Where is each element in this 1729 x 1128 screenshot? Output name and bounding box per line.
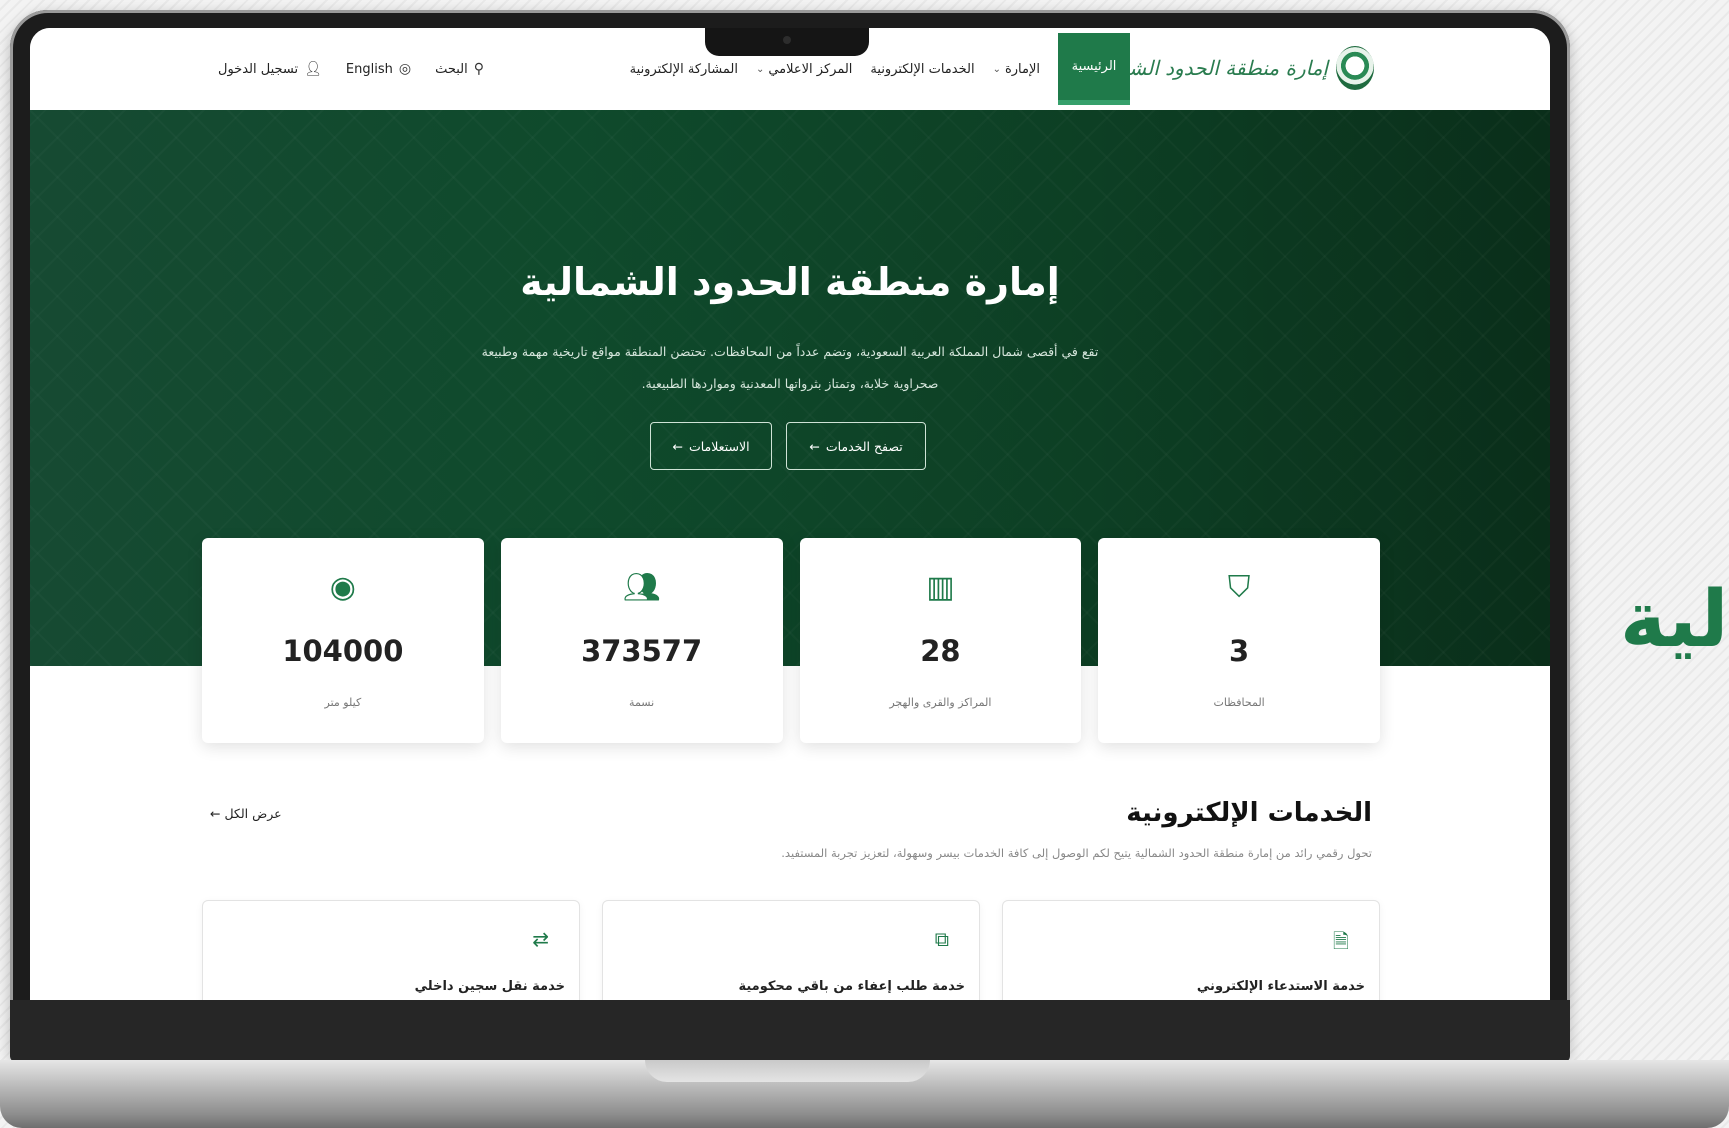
services-cards: 🗎︎ خدمة الاستدعاء الإلكتروني ⧉ خدمة طلب … [202, 900, 1380, 1000]
language-toggle[interactable]: ◎ English [346, 61, 411, 77]
search-button[interactable]: ⚲ البحث [435, 61, 484, 77]
nav-item-emirate[interactable]: الإمارة ⌄ [993, 62, 1040, 77]
chevron-down-icon: ⌄ [992, 63, 1001, 75]
globe-icon: ◎ [398, 61, 412, 77]
service-card-title: خدمة نقل سجين داخلي [414, 979, 565, 994]
arrow-left-icon: ← [809, 438, 820, 454]
section-subtitle: تحول رقمي رائد من إمارة منطقة الحدود الش… [781, 846, 1372, 860]
nav-item-home[interactable]: الرئيسية [1058, 33, 1130, 105]
arrow-left-icon: ← [672, 438, 683, 454]
browse-services-button[interactable]: تصفح الخدمات ← [786, 422, 926, 470]
page-title: إمارة منطقة الحدود الشمالية [520, 260, 1060, 304]
search-icon: ⚲ [473, 61, 484, 77]
buildings-icon: ▥ [926, 570, 955, 605]
location-target-icon: ◉ [329, 570, 356, 605]
hero-actions: تصفح الخدمات ← الاستعلامات ← [650, 422, 926, 470]
external-link-icon: ⧉ [934, 927, 949, 951]
stat-value: 373577 [581, 634, 703, 668]
document-icon: 🗎︎ [1332, 929, 1349, 953]
hero-description-line: صحراوية خلابة، وتمتاز بثرواتها المعدنية … [641, 376, 939, 391]
service-card-title: خدمة طلب إعفاء من باقي محكومية [738, 979, 965, 994]
stat-value: 28 [920, 634, 961, 668]
stat-card-population: 👥︎ 373577 نسمة [500, 538, 783, 743]
stat-card-governorates: ⛉ 3 المحافظات [1098, 538, 1380, 743]
transfer-icon: ⇄ [532, 927, 549, 951]
inquiries-label: الاستعلامات [688, 438, 750, 454]
stat-value: 3 [1229, 634, 1250, 668]
stats-row: ⛉ 3 المحافظات ▥ 28 المراكز والقرى والهجر… [202, 538, 1380, 743]
service-card[interactable]: ⇄ خدمة نقل سجين داخلي [202, 900, 580, 1000]
nav-item-label: المشاركة الإلكترونية [629, 61, 738, 77]
stat-label: كيلو متر [324, 696, 362, 709]
header-tools: ⚲ البحث ◎ English 👤︎ تسجيل الدخول [218, 28, 484, 110]
arrow-left-icon: ← [210, 806, 221, 821]
login-button[interactable]: 👤︎ تسجيل الدخول [218, 61, 322, 77]
section-title: الخدمات الإلكترونية [1126, 798, 1372, 828]
nav-item-label: الإمارة [1004, 61, 1040, 77]
hero-description: تقع في أقصى شمال المملكة العربية السعودي… [430, 336, 1150, 400]
laptop-screen: إمارة منطقة الحدود الشمالية الرئيسية الإ… [30, 28, 1550, 1000]
language-label: English [345, 61, 393, 77]
stat-label: نسمة [629, 696, 655, 709]
nav-item-eparticipation[interactable]: المشاركة الإلكترونية [630, 62, 738, 77]
stat-label: المحافظات [1213, 696, 1265, 709]
laptop-bezel [10, 1000, 1570, 1062]
service-card-title: خدمة الاستدعاء الإلكتروني [1196, 979, 1365, 994]
view-all-label: عرض الكل [224, 806, 282, 821]
camera-notch [705, 28, 869, 56]
chevron-down-icon: ⌄ [755, 63, 765, 75]
browse-services-label: تصفح الخدمات [825, 438, 903, 454]
people-icon: 👥︎ [622, 570, 661, 605]
stat-value: 104000 [282, 634, 404, 668]
view-all-link[interactable]: عرض الكل ← [210, 806, 282, 821]
background-title-fragment: لية [1620, 575, 1729, 665]
nav-item-label: المركز الاعلامي [768, 61, 853, 77]
laptop-base-notch [645, 1060, 930, 1082]
login-label: تسجيل الدخول [218, 61, 299, 77]
user-icon: 👤︎ [304, 61, 322, 77]
search-label: البحث [435, 61, 468, 77]
service-card[interactable]: 🗎︎ خدمة الاستدعاء الإلكتروني [1002, 900, 1380, 1000]
inquiries-button[interactable]: الاستعلامات ← [650, 422, 772, 470]
stat-card-centers: ▥ 28 المراكز والقرى والهجر [799, 538, 1082, 743]
nav-item-media-center[interactable]: المركز الاعلامي ⌄ [756, 62, 852, 77]
camera-icon [783, 36, 791, 44]
stat-card-area: ◉ 104000 كيلو متر [202, 538, 484, 743]
site-logo[interactable]: إمارة منطقة الحدود الشمالية [1089, 46, 1374, 90]
nav-item-label: الخدمات الإلكترونية [870, 61, 975, 77]
nav-item-label: الرئيسية [1071, 59, 1117, 74]
stat-label: المراكز والقرى والهجر [889, 696, 992, 709]
hero-description-line: تقع في أقصى شمال المملكة العربية السعودي… [481, 344, 1099, 359]
emblem-icon [1336, 46, 1374, 90]
nav-item-eservices[interactable]: الخدمات الإلكترونية [870, 62, 974, 77]
map-icon: ⛉ [1227, 570, 1251, 605]
service-card[interactable]: ⧉ خدمة طلب إعفاء من باقي محكومية [602, 900, 980, 1000]
